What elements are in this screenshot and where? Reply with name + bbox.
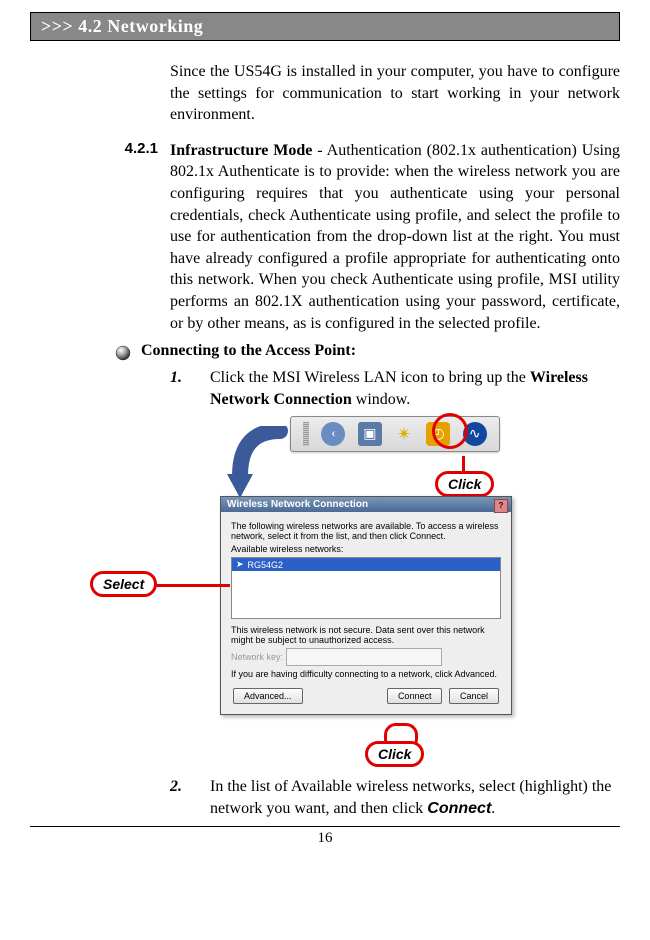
bullet-heading-text: Connecting to the Access Point: <box>141 342 356 360</box>
network-item-selected[interactable]: ➤ RG54G2 <box>232 558 500 571</box>
dialog-titlebar: Wireless Network Connection ? <box>221 497 511 512</box>
page-footer: 16 <box>30 826 620 847</box>
section-header: >>> 4.2 Networking <box>30 12 620 41</box>
callout-click-bottom: Click <box>365 741 424 767</box>
bullet-heading-row: Connecting to the Access Point: <box>115 342 620 361</box>
sphere-bullet-icon <box>115 345 131 361</box>
cancel-button[interactable]: Cancel <box>449 688 499 704</box>
wireless-connection-dialog: Wireless Network Connection ? The follow… <box>220 496 512 715</box>
intro-paragraph: Since the US54G is installed in your com… <box>170 61 620 126</box>
curved-arrow-icon <box>225 426 295 501</box>
network-key-row: Network key: <box>231 648 501 666</box>
figure-area: ‹ ▣ ✴ ◴ ∿ Click Wireless Network Connect… <box>90 416 560 766</box>
tray-wireless-icon[interactable]: ✴ <box>394 424 414 445</box>
network-list[interactable]: ➤ RG54G2 <box>231 557 501 619</box>
tray-grip-icon <box>303 422 309 446</box>
step-2-text: In the list of Available wireless networ… <box>210 776 620 819</box>
step-2-number: 2. <box>170 776 210 819</box>
tray-network-icon[interactable]: ▣ <box>358 422 382 446</box>
security-warning: This wireless network is not secure. Dat… <box>231 625 501 645</box>
step-2-pre: In the list of Available wireless networ… <box>210 778 611 817</box>
network-key-input <box>286 648 442 666</box>
advanced-button[interactable]: Advanced... <box>233 688 303 704</box>
network-ssid: RG54G2 <box>248 560 284 570</box>
callout-click-top: Click <box>435 471 494 497</box>
subsection-number: 4.2.1 <box>30 140 170 334</box>
trouble-text: If you are having difficulty connecting … <box>231 669 501 679</box>
subsection-lead: Infrastructure Mode <box>170 142 312 159</box>
subsection-4-2-1: 4.2.1 Infrastructure Mode - Authenticati… <box>30 140 620 334</box>
step-2-post: . <box>491 800 495 817</box>
dialog-title: Wireless Network Connection <box>227 499 368 510</box>
close-icon[interactable]: ? <box>494 499 508 513</box>
step-1: 1. Click the MSI Wireless LAN icon to br… <box>170 367 620 410</box>
network-key-label: Network key: <box>231 652 283 662</box>
step-1-number: 1. <box>170 367 210 410</box>
available-networks-label: Available wireless networks: <box>231 544 501 554</box>
callout-select: Select <box>90 571 157 597</box>
subsection-body: - Authentication (802.1x authentication)… <box>170 142 620 332</box>
subsection-text: Infrastructure Mode - Authentication (80… <box>170 140 620 334</box>
system-tray: ‹ ▣ ✴ ◴ ∿ <box>290 416 500 452</box>
step-1-text: Click the MSI Wireless LAN icon to bring… <box>210 367 620 410</box>
step-2: 2. In the list of Available wireless net… <box>170 776 620 819</box>
step-1-post: window. <box>352 391 411 408</box>
dialog-intro: The following wireless networks are avai… <box>231 521 501 541</box>
antenna-icon: ➤ <box>236 559 244 570</box>
step-1-pre: Click the MSI Wireless LAN icon to bring… <box>210 369 530 386</box>
page-number: 16 <box>318 830 333 846</box>
connect-button[interactable]: Connect <box>387 688 443 704</box>
tray-back-icon[interactable]: ‹ <box>321 422 345 446</box>
callout-line-select <box>155 584 230 587</box>
step-2-bold: Connect <box>427 800 491 817</box>
